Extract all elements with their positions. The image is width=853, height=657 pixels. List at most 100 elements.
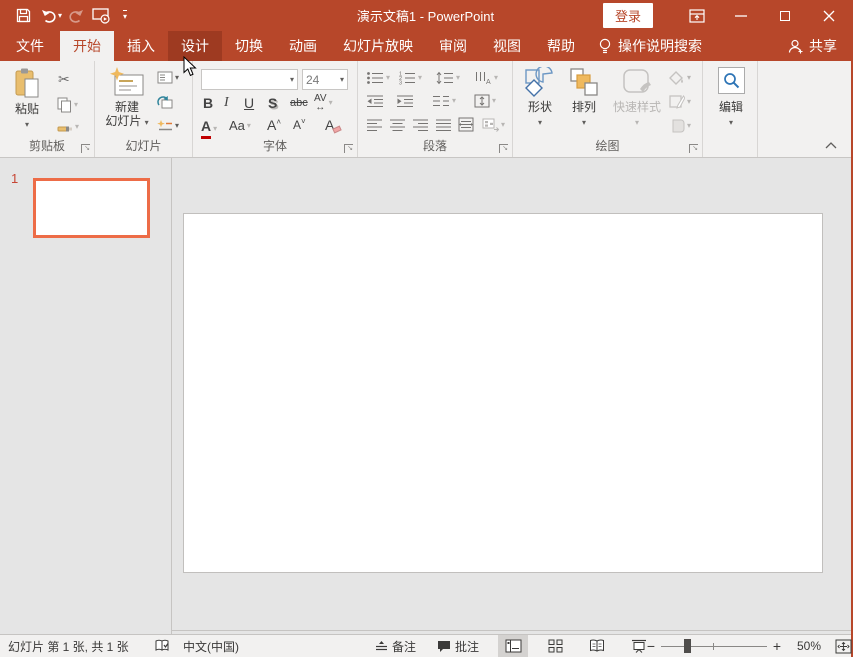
tab-transitions[interactable]: 切换	[222, 31, 276, 61]
arrange-label: 排列	[571, 100, 596, 114]
numbering-button[interactable]: 123 ▾	[398, 71, 422, 86]
notes-button[interactable]: 备注	[375, 635, 416, 657]
tab-slideshow[interactable]: 幻灯片放映	[330, 31, 426, 61]
shape-outline-button[interactable]: ▾	[669, 95, 691, 109]
change-case-button[interactable]: Aa ▾	[229, 118, 251, 133]
normal-view-button[interactable]	[498, 635, 528, 657]
zoom-out-button[interactable]: −	[645, 638, 657, 654]
tab-home[interactable]: 开始	[60, 31, 114, 61]
columns-button[interactable]: ▾	[432, 94, 456, 108]
line-spacing-button[interactable]: ▾	[436, 71, 460, 85]
format-painter-button[interactable]: ▾	[57, 119, 79, 134]
cut-button[interactable]: ✂	[58, 71, 70, 88]
italic-button[interactable]: I	[224, 95, 229, 111]
search-icon	[717, 67, 745, 94]
redo-button[interactable]	[62, 3, 88, 29]
layout-caret: ▾	[175, 72, 180, 82]
font-name-combobox[interactable]: ▾	[201, 69, 298, 90]
slide-indicator[interactable]: 幻灯片 第 1 张, 共 1 张	[8, 635, 129, 657]
shape-effects-button[interactable]: ▾	[669, 119, 691, 133]
clear-formatting-button[interactable]: A	[325, 117, 343, 134]
align-left-button[interactable]	[366, 118, 383, 132]
fit-slide-to-window-button[interactable]	[835, 639, 852, 654]
quick-styles-button[interactable]: 快速样式 ▾	[609, 67, 665, 128]
tab-design[interactable]: 设计	[168, 31, 222, 61]
zoom-in-button[interactable]: +	[771, 638, 783, 654]
section-button[interactable]: ▾	[157, 119, 179, 133]
font-dialog-launcher[interactable]: ↘	[344, 144, 353, 153]
arrange-button[interactable]: 排列 ▾	[565, 67, 603, 128]
slide-sorter-icon	[548, 639, 563, 653]
align-right-button[interactable]	[412, 118, 429, 132]
copy-icon	[57, 97, 72, 113]
reset-button[interactable]	[157, 95, 173, 110]
login-button[interactable]: 登录	[602, 3, 653, 28]
bold-button[interactable]: B	[203, 95, 213, 111]
bullets-button[interactable]: ▾	[366, 71, 390, 85]
spellcheck-button[interactable]	[155, 635, 171, 657]
start-from-beginning-button[interactable]	[88, 3, 114, 29]
zoom-slider-thumb[interactable]	[684, 639, 691, 653]
strikethrough-button[interactable]: abc	[290, 97, 308, 109]
maximize-button[interactable]	[763, 0, 807, 31]
tab-insert[interactable]: 插入	[114, 31, 168, 61]
zoom-slider[interactable]	[661, 635, 767, 657]
slides-group-label: 幻灯片	[125, 139, 162, 153]
ribbon-display-options-button[interactable]	[675, 0, 719, 31]
shapes-button[interactable]: 形状 ▾	[521, 67, 559, 128]
tab-view[interactable]: 视图	[480, 31, 534, 61]
layout-button[interactable]: ▾	[157, 71, 179, 84]
justify-button[interactable]	[435, 118, 452, 132]
new-slide-label-2: 幻灯片 ▾	[105, 114, 149, 128]
slide-thumbnail[interactable]	[33, 178, 150, 238]
powerpoint-window: ▾ ▾ 演示文稿1 - PowerPoint 登录 文件 开始 插入 设计 切换…	[0, 0, 853, 657]
decrease-indent-button[interactable]	[366, 94, 384, 108]
font-color-button[interactable]: A ▾	[201, 118, 217, 139]
convert-to-smartart-button[interactable]: ▾	[482, 117, 505, 132]
tab-help[interactable]: 帮助	[534, 31, 588, 61]
numbering-icon: 123	[398, 71, 416, 85]
notes-splitter[interactable]	[172, 630, 851, 631]
slide-sorter-view-button[interactable]	[540, 635, 570, 657]
reading-view-icon	[589, 639, 605, 653]
new-slide-button[interactable]: 新建 幻灯片 ▾	[103, 67, 151, 128]
character-spacing-button[interactable]: AV ↔ ▾	[314, 94, 333, 113]
comments-button[interactable]: 批注	[437, 635, 479, 657]
slide-canvas[interactable]	[183, 213, 823, 573]
drawing-dialog-launcher[interactable]: ↘	[689, 144, 698, 153]
text-direction-button[interactable]: A ▾	[474, 71, 498, 85]
language-indicator[interactable]: 中文(中国)	[183, 635, 239, 657]
reading-view-button[interactable]	[582, 635, 612, 657]
collapse-ribbon-button[interactable]	[825, 142, 837, 149]
paste-button[interactable]: 粘贴 ▾	[6, 67, 48, 130]
shapes-caret: ▾	[537, 118, 542, 127]
increase-indent-button[interactable]	[396, 94, 414, 108]
customize-qat-button[interactable]: ▾	[114, 3, 140, 29]
distribute-button[interactable]	[458, 117, 474, 132]
text-shadow-button[interactable]: S	[268, 95, 277, 111]
copy-button[interactable]: ▾	[57, 97, 78, 113]
tell-me-search[interactable]: 操作说明搜索	[588, 31, 712, 61]
tab-animations[interactable]: 动画	[276, 31, 330, 61]
shape-fill-button[interactable]: ▾	[669, 71, 691, 85]
slide-thumbnail-panel[interactable]: 1	[0, 158, 172, 634]
font-size-combobox[interactable]: 24 ▾	[302, 69, 348, 90]
share-button[interactable]: 共享	[788, 31, 837, 61]
align-center-button[interactable]	[389, 118, 406, 132]
editing-button[interactable]: 编辑 ▾	[711, 67, 751, 128]
zoom-level[interactable]: 50%	[787, 639, 821, 653]
tab-review[interactable]: 审阅	[426, 31, 480, 61]
line-spacing-caret: ▾	[456, 73, 461, 82]
clipboard-dialog-launcher[interactable]: ↘	[81, 144, 90, 153]
tab-file[interactable]: 文件	[0, 31, 60, 61]
grow-font-button[interactable]: A˄	[267, 117, 281, 133]
align-text-button[interactable]: ▾	[474, 94, 496, 108]
shrink-font-button[interactable]: A˅	[293, 117, 306, 132]
svg-text:A: A	[486, 79, 491, 85]
save-button[interactable]	[10, 3, 36, 29]
section-icon	[157, 119, 173, 133]
minimize-button[interactable]	[719, 0, 763, 31]
close-button[interactable]	[807, 0, 851, 31]
paragraph-dialog-launcher[interactable]: ↘	[499, 144, 508, 153]
underline-button[interactable]: U	[244, 95, 254, 111]
